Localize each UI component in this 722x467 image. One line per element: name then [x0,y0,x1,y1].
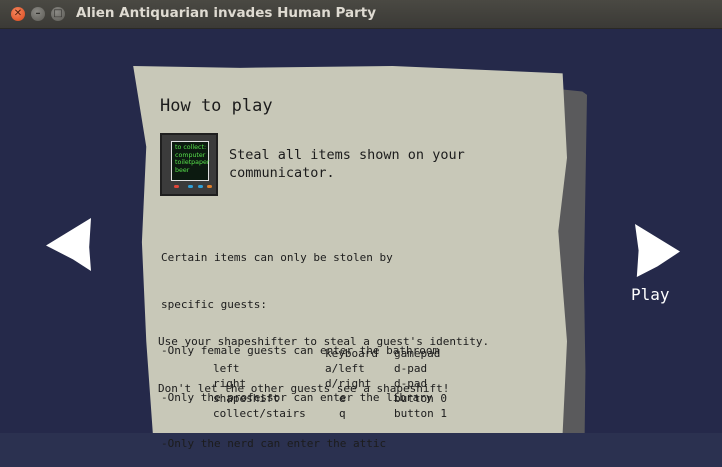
communicator-line: toiletpaper [175,159,210,166]
control-action: collect/stairs [213,407,306,420]
control-gamepad: d-pad [394,377,428,390]
communicator-button-icon [198,185,203,188]
controls-header-keyboard: keyboard [325,347,378,360]
maximize-window-button[interactable]: □ [51,7,65,21]
communicator-line: beer [175,166,190,174]
communicator-screen: to collect: computer toiletpaper beer [171,141,209,181]
communicator-line: to collect: [175,144,207,151]
control-keyboard: q [339,407,346,420]
control-gamepad: d-pad [394,362,428,375]
control-keyboard: d/right [325,377,372,390]
control-keyboard: a/left [325,362,365,375]
control-gamepad: button 1 [394,407,447,420]
communicator-button-icon [174,185,179,188]
page-heading: How to play [160,96,273,116]
control-keyboard: e [339,392,346,405]
controls-header-gamepad: gamepad [394,347,441,360]
control-gamepad: button 0 [394,392,447,405]
control-action: right [213,377,247,390]
window-title: Alien Antiquarian invades Human Party [76,5,377,21]
communicator-button-icon [207,185,212,188]
steal-instruction: Steal all items shown on your communicat… [229,147,465,181]
rules-line: Certain items can only be stolen by [161,251,393,264]
communicator-line: computer [175,151,206,159]
control-action: left [213,362,240,375]
communicator-button-icon [188,185,193,188]
minimize-window-button[interactable]: – [31,7,45,21]
play-button-label[interactable]: Play [631,285,670,304]
rules-line: -Only the nerd can enter the attic [161,437,387,450]
close-window-button[interactable]: ✕ [11,7,25,21]
control-action: shapeshift [213,392,280,405]
window-titlebar: ✕ – □ Alien Antiquarian invades Human Pa… [0,0,722,29]
communicator-image: to collect: computer toiletpaper beer [160,133,218,196]
